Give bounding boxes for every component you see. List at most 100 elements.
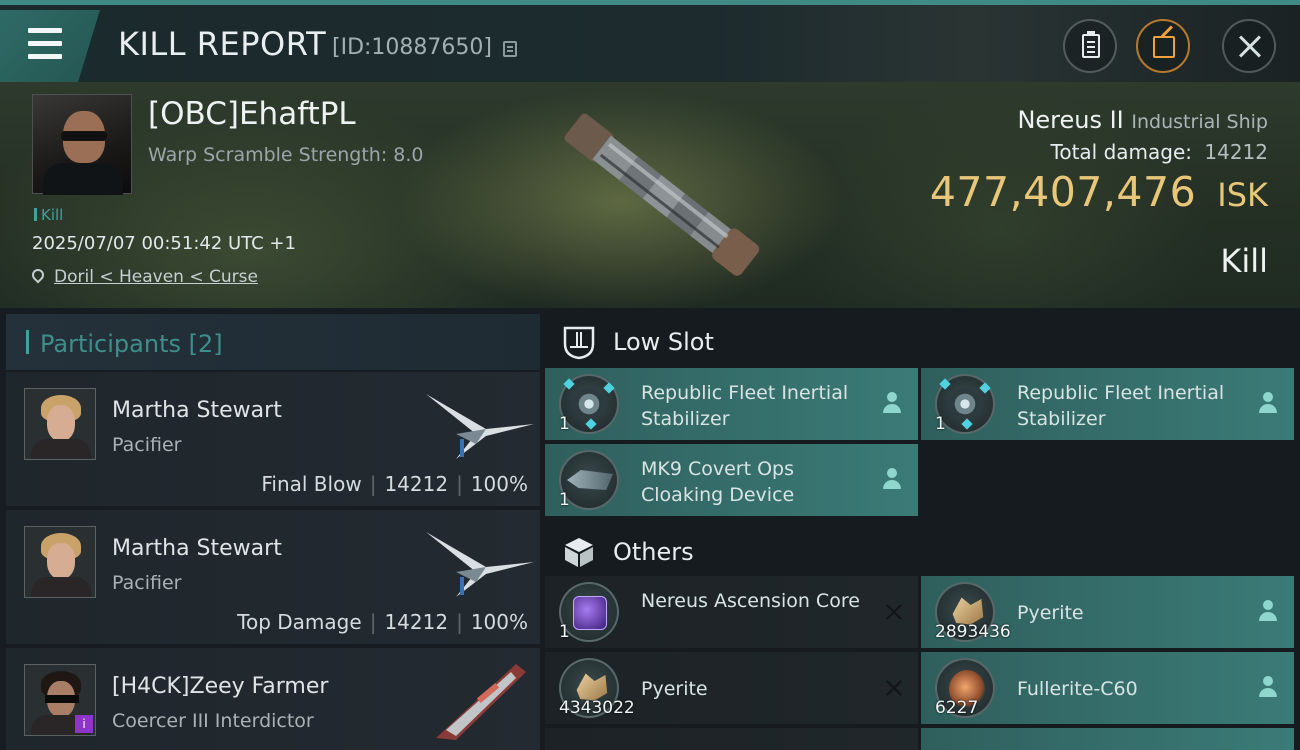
participant-ship-icon — [426, 532, 534, 597]
stats-separator: | — [369, 610, 377, 634]
total-damage-label: Total damage: — [1050, 140, 1193, 164]
item-tile[interactable]: 1 Republic Fleet Inertial Stabilizer — [921, 368, 1294, 440]
participants-title: Participants [2] — [40, 330, 223, 358]
item-name: Pyerite — [1017, 602, 1084, 624]
cargo-box-icon — [565, 538, 593, 567]
participant-row[interactable]: Martha Stewart Pacifier Top Damage | 14212… — [6, 510, 540, 644]
ship-name[interactable]: Nereus II — [1017, 106, 1123, 134]
core-glyph — [573, 596, 607, 630]
ship-render — [564, 113, 760, 276]
menu-icon-bar — [28, 54, 62, 59]
participant-damage: 14212 — [384, 610, 449, 634]
item-quantity: 6227 — [935, 698, 979, 718]
participant-ship-icon — [426, 394, 534, 459]
clipboard-button[interactable] — [1063, 19, 1117, 73]
item-quantity: 1 — [559, 414, 570, 434]
kill-timestamp: 2025/07/07 00:51:42 UTC +1 — [32, 233, 296, 254]
module-glyph — [949, 388, 981, 420]
participant-ship: Coercer III Interdictor — [112, 710, 314, 732]
destroyed-x-icon — [884, 678, 904, 698]
participant-avatar[interactable]: i — [24, 664, 96, 736]
item-tile[interactable]: 1 MK9 Covert Ops Cloaking Device — [545, 444, 918, 516]
item-name: Republic Fleet Inertial Stabilizer — [641, 382, 849, 430]
participant-avatar[interactable] — [24, 388, 96, 460]
warp-scramble-strength: Warp Scramble Strength: 8.0 — [148, 144, 424, 166]
total-damage-line: Total damage: 14212 — [1051, 140, 1268, 164]
dropped-pilot-icon — [1258, 676, 1278, 698]
item-tile[interactable]: 6227 Fullerite-C60 — [921, 652, 1294, 724]
avatar-face — [47, 543, 75, 579]
item-tile[interactable]: 4343022 Pyerite — [545, 652, 918, 724]
participant-damage: 14212 — [384, 472, 449, 496]
item-quantity: 4343022 — [559, 698, 635, 718]
participant-row[interactable]: Martha Stewart Pacifier Final Blow | 14212… — [6, 372, 540, 506]
participants-header: Participants [2] — [6, 314, 540, 370]
close-button[interactable] — [1222, 19, 1276, 73]
participant-name: Martha Stewart — [112, 536, 282, 561]
avatar-glasses — [61, 131, 107, 141]
kill-summary-banner: [OBC]EhaftPL Warp Scramble Strength: 8.0… — [0, 82, 1300, 308]
participant-role: Top Damage — [237, 610, 362, 634]
module-spike — [961, 418, 973, 430]
low-slot-header: Low Slot — [543, 310, 1300, 372]
item-quantity: 1 — [559, 490, 570, 510]
menu-icon — [28, 28, 62, 33]
clipboard-icon — [1082, 31, 1100, 58]
item-name: Nereus Ascension Core — [641, 590, 860, 612]
participant-avatar[interactable] — [24, 526, 96, 598]
menu-button[interactable] — [0, 10, 100, 82]
menu-icon-bar — [28, 41, 62, 46]
others-header: Others — [543, 520, 1300, 582]
info-badge-icon: i — [75, 715, 93, 733]
item-name: Fullerite-C60 — [1017, 678, 1138, 700]
dropped-pilot-icon — [882, 392, 902, 414]
total-damage-value: 14212 — [1204, 140, 1268, 164]
dropped-pilot-icon — [1258, 600, 1278, 622]
copy-id-icon[interactable] — [503, 41, 517, 57]
header-accent-bar — [26, 330, 29, 354]
avatar-body — [31, 577, 91, 597]
item-name: MK9 Covert Ops Cloaking Device — [641, 458, 795, 506]
item-tile-partial[interactable] — [921, 728, 1294, 750]
participant-name: Martha Stewart — [112, 398, 282, 423]
item-quantity: 1 — [559, 622, 570, 642]
others-title: Others — [613, 538, 694, 566]
participants-panel: Participants [2] Martha Stewart Pacifier… — [0, 308, 543, 750]
isk-amount: 477,407,476 — [929, 168, 1197, 216]
participant-ship-icon — [436, 664, 526, 740]
item-tile[interactable]: 1 Nereus Ascension Core — [545, 576, 918, 648]
avatar-visor — [45, 695, 79, 703]
dropped-pilot-icon — [882, 468, 902, 490]
module-spike — [603, 382, 615, 394]
participant-stats: Top Damage | 14212 | 100% — [237, 610, 528, 634]
share-button[interactable] — [1136, 19, 1190, 73]
item-quantity: 2893436 — [935, 622, 1011, 642]
ship-name-line: Nereus II Industrial Ship — [1017, 106, 1268, 134]
stats-separator: | — [456, 610, 463, 634]
item-quantity: 1 — [935, 414, 946, 434]
victim-avatar[interactable] — [32, 94, 132, 195]
dropped-pilot-icon — [1258, 392, 1278, 414]
kill-tag: Kill — [34, 206, 63, 224]
fitting-panel: Low Slot 1 Republic Fleet Inertial Stabi… — [543, 308, 1300, 750]
participant-row[interactable]: i [H4CK]Zeey Farmer Coercer III Interdic… — [6, 648, 540, 750]
cloak-glyph — [567, 470, 613, 490]
avatar-body — [43, 163, 123, 195]
result-label: Kill — [1220, 242, 1268, 280]
item-tile[interactable]: 2893436 Pyerite — [921, 576, 1294, 648]
item-name: Republic Fleet Inertial Stabilizer — [1017, 382, 1225, 430]
stats-separator: | — [369, 472, 377, 496]
location-link[interactable]: Doril < Heaven < Curse — [54, 267, 258, 287]
module-spike — [939, 378, 951, 390]
participant-name: [H4CK]Zeey Farmer — [112, 674, 329, 699]
victim-name[interactable]: [OBC]EhaftPL — [148, 96, 356, 132]
module-spike — [979, 382, 991, 394]
destroyed-x-icon — [884, 602, 904, 622]
isk-value-line: 477,407,476 ISK — [930, 168, 1268, 216]
participant-percent: 100% — [470, 472, 528, 496]
participant-stats: Final Blow | 14212 | 100% — [261, 472, 528, 496]
item-tile-partial[interactable] — [545, 728, 918, 750]
share-icon — [1153, 36, 1175, 58]
item-tile[interactable]: 1 Republic Fleet Inertial Stabilizer — [545, 368, 918, 440]
participant-ship: Pacifier — [112, 434, 182, 456]
